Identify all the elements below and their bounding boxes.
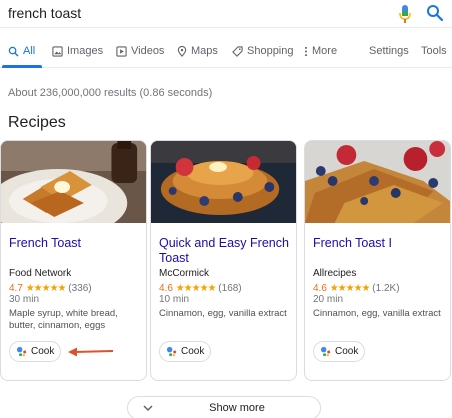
recipe-title-link[interactable]: French Toast I (313, 236, 445, 251)
review-count: (168) (218, 283, 242, 294)
cook-button[interactable]: Cook (9, 341, 61, 362)
recipe-image[interactable] (151, 141, 296, 223)
cook-time: 20 min (313, 294, 344, 305)
recipe-rating: 4.6 ★★★★★ (168) (159, 283, 242, 294)
rating-score: 4.7 (9, 283, 23, 294)
rating-score: 4.6 (313, 283, 327, 294)
recipe-ingredients: Cinnamon, egg, vanilla extract (313, 308, 441, 319)
tab-videos[interactable]: Videos (116, 45, 164, 57)
recipe-card[interactable]: Quick and Easy French Toast McCormick 4.… (150, 140, 297, 381)
recipe-rating: 4.7 ★★★★★ (336) (9, 283, 92, 294)
recipes-heading: Recipes (8, 114, 66, 131)
review-count: (336) (68, 283, 92, 294)
recipe-image[interactable] (1, 141, 146, 223)
google-assistant-icon (16, 346, 27, 357)
recipe-ingredients: Maple syrup, white bread, butter, cinnam… (9, 308, 118, 331)
microphone-icon[interactable] (398, 4, 412, 24)
cook-time: 30 min (9, 294, 40, 305)
tag-icon (232, 45, 243, 57)
tab-shopping[interactable]: Shopping (232, 45, 294, 57)
map-pin-icon (177, 45, 187, 57)
results-count: About 236,000,000 results (0.86 seconds) (8, 87, 213, 99)
tab-label: Shopping (247, 45, 294, 57)
search-icon[interactable] (426, 4, 444, 22)
tab-label: Images (67, 45, 104, 57)
recipe-card[interactable]: French Toast I Allrecipes 4.6 ★★★★★ (1.2… (304, 140, 451, 381)
tab-label: Tools (421, 45, 447, 57)
recipe-ingredients: Cinnamon, egg, vanilla extract (159, 308, 287, 319)
tab-settings[interactable]: Settings (369, 45, 409, 57)
cook-time: 10 min (159, 294, 190, 305)
recipe-card[interactable]: French Toast Food Network 4.7 ★★★★★ (336… (0, 140, 147, 381)
cook-button[interactable]: Cook (159, 341, 211, 362)
review-count: (1.2K) (372, 283, 400, 294)
star-rating-icon: ★★★★★ (25, 283, 67, 294)
cook-button[interactable]: Cook (313, 341, 365, 362)
search-tabs: All Images Videos Maps Shopping More Set… (0, 40, 452, 68)
show-more-button[interactable]: Show more (127, 396, 321, 418)
search-bar[interactable]: french toast (0, 0, 452, 28)
annotation-arrow-icon (68, 347, 114, 357)
recipe-source: Allrecipes (313, 268, 357, 279)
google-assistant-icon (320, 346, 331, 357)
tab-all[interactable]: All (8, 45, 35, 57)
recipe-title-link[interactable]: Quick and Easy French Toast (159, 236, 291, 266)
rating-score: 4.6 (159, 283, 173, 294)
video-icon (116, 45, 127, 57)
active-tab-indicator (2, 65, 42, 68)
recipe-image[interactable] (305, 141, 450, 223)
star-rating-icon: ★★★★★ (175, 283, 217, 294)
tab-more[interactable]: More (304, 45, 337, 57)
tab-label: More (312, 45, 338, 57)
cook-button-label: Cook (31, 346, 55, 357)
tab-maps[interactable]: Maps (177, 45, 218, 57)
recipe-source: Food Network (9, 268, 72, 279)
tab-label: All (23, 45, 36, 57)
tab-label: Videos (131, 45, 165, 57)
cook-button-label: Cook (335, 346, 359, 357)
search-input[interactable]: french toast (8, 5, 81, 21)
tab-tools[interactable]: Tools (421, 45, 447, 57)
tab-images[interactable]: Images (52, 45, 103, 57)
recipe-source: McCormick (159, 268, 209, 279)
recipe-rating: 4.6 ★★★★★ (1.2K) (313, 283, 400, 294)
more-vert-icon (304, 46, 308, 56)
google-assistant-icon (166, 346, 177, 357)
star-rating-icon: ★★★★★ (329, 283, 371, 294)
recipe-title-link[interactable]: French Toast (9, 236, 141, 251)
image-icon (52, 45, 63, 57)
tab-label: Maps (191, 45, 218, 57)
cook-button-label: Cook (181, 346, 205, 357)
show-more-label: Show more (209, 402, 265, 414)
tab-label: Settings (369, 45, 409, 57)
search-icon (8, 46, 19, 57)
